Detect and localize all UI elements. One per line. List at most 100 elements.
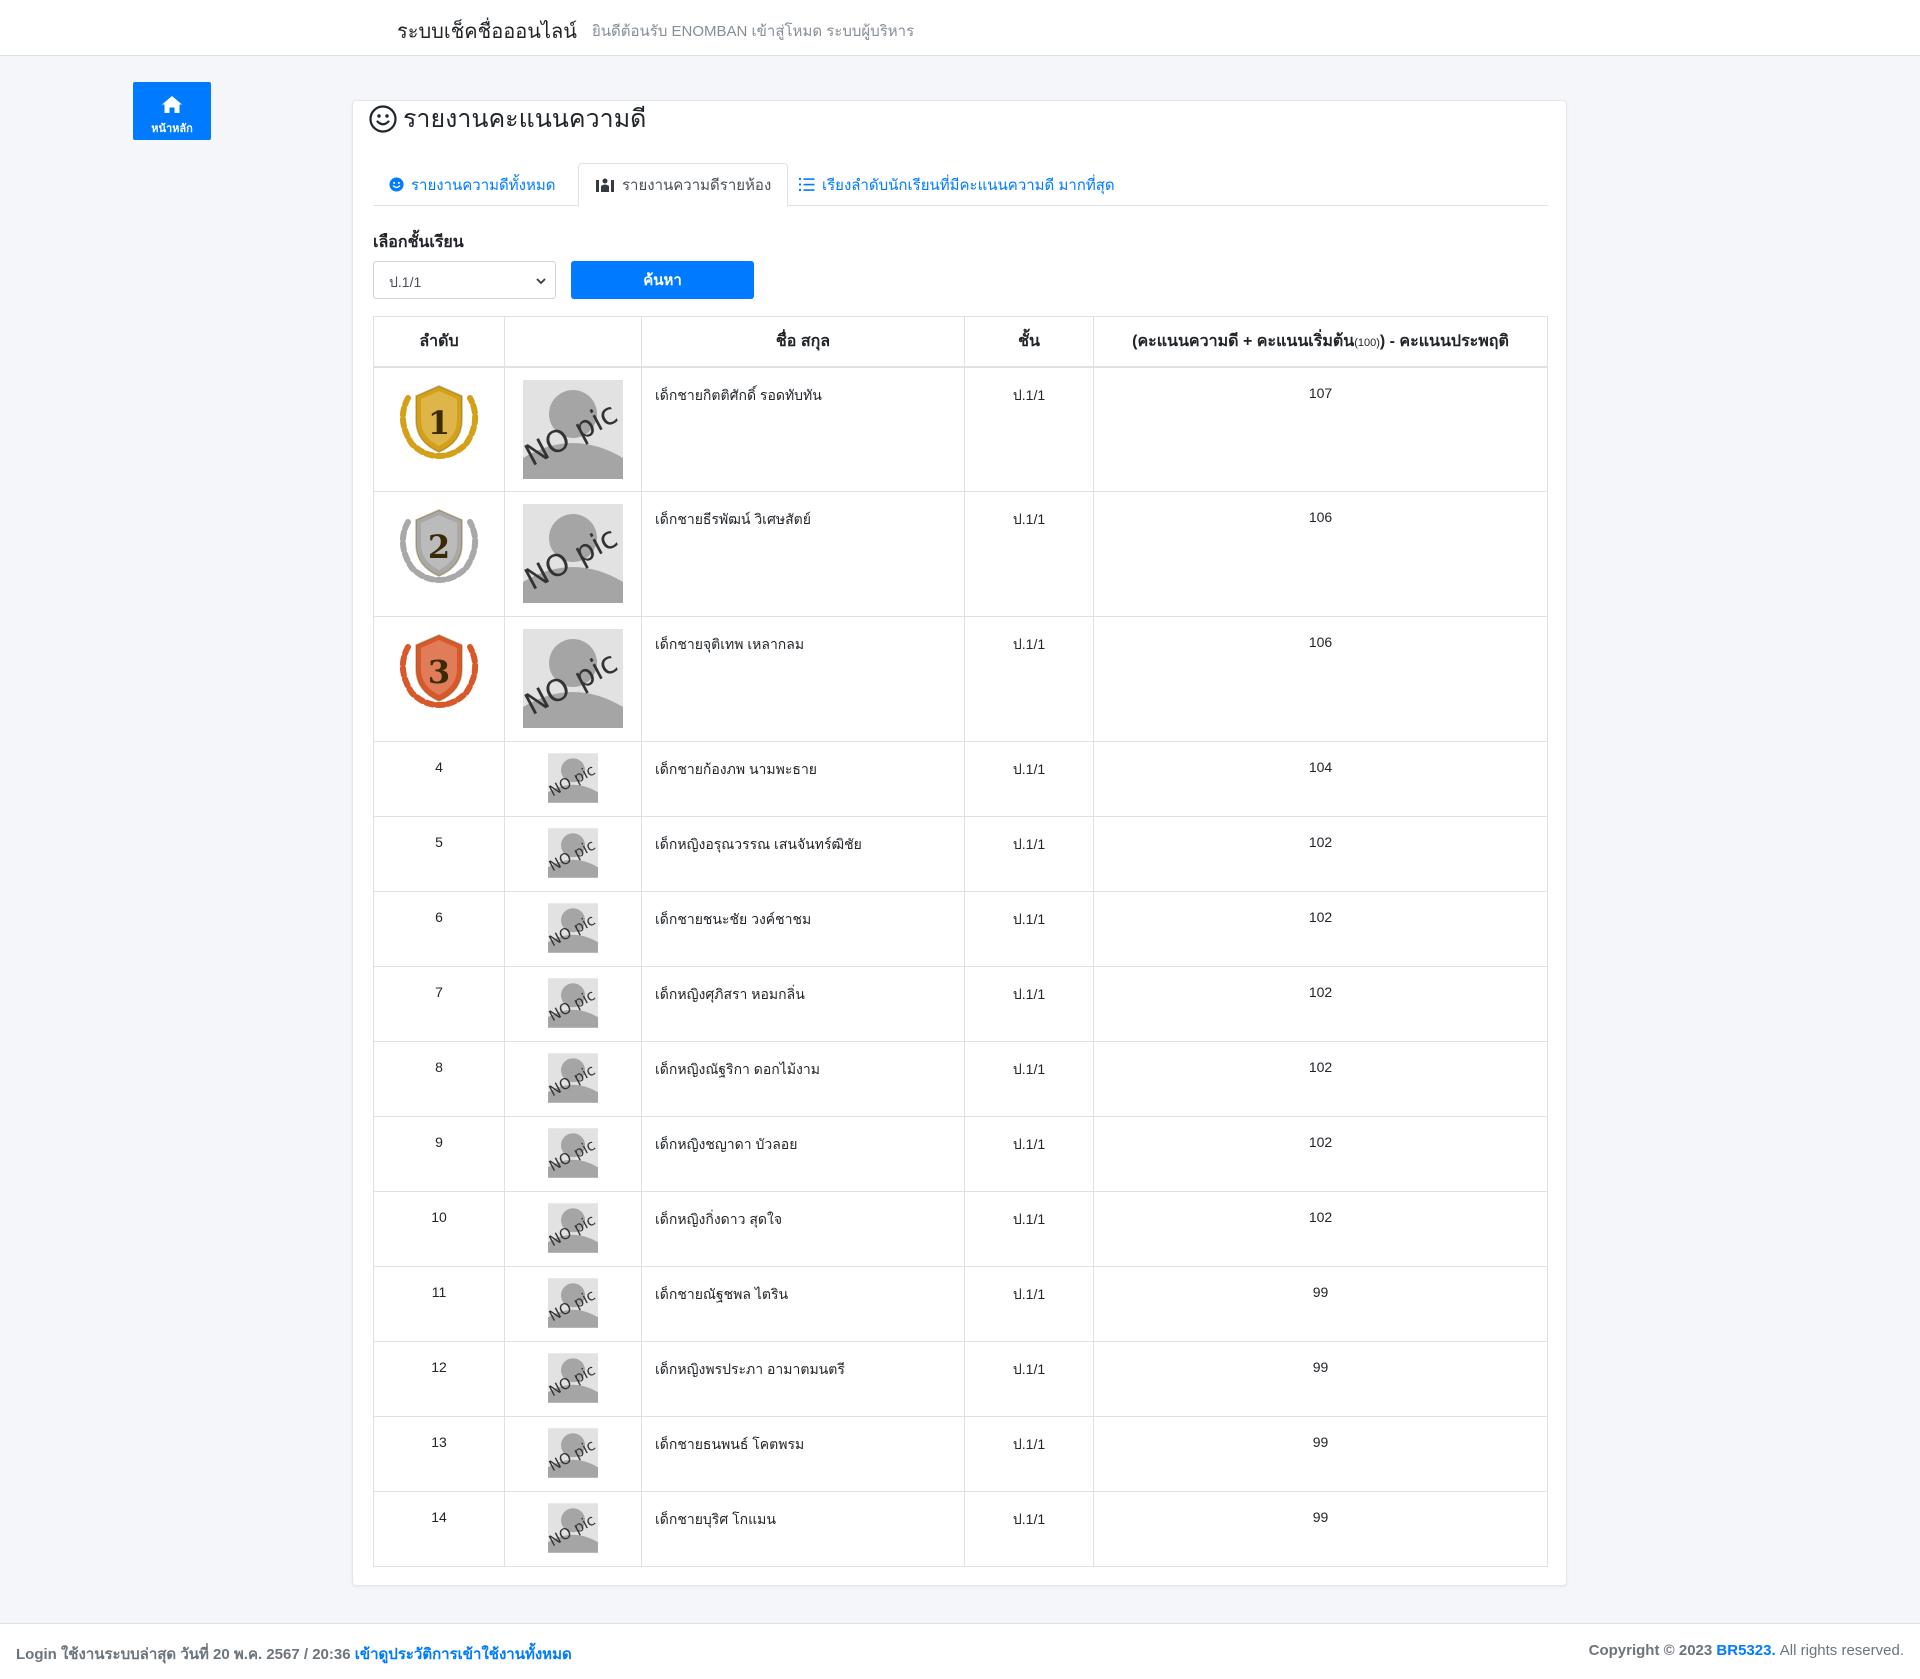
silver-medal-icon: 2 xyxy=(399,509,479,584)
student-name: เด็กหญิงชญาดา บัวลอย xyxy=(641,1116,965,1192)
rank-cell: 11 xyxy=(373,1266,505,1342)
col-rank-header: ลำดับ xyxy=(373,316,505,368)
brand-title[interactable]: ระบบเช็คชื่อออนไลน์ xyxy=(397,15,577,47)
student-class: ป.1/1 xyxy=(964,616,1094,742)
table-row: 2 NO pic เด็กชายธีรพัฒน์ วิเศษสัตย์ ป.1/1 10… xyxy=(373,491,1548,617)
photo-cell: NO pic xyxy=(504,966,642,1042)
rank-cell: 2 xyxy=(373,491,505,617)
rank-cell: 1 xyxy=(373,366,505,492)
table-row: 11 NO pic เด็กชายณัฐชพล ไตริน ป.1/1 99 xyxy=(373,1266,1548,1342)
no-photo-icon: NO pic xyxy=(523,379,623,479)
tab-top-students[interactable]: เรียงลำดับนักเรียนที่มีคะแนนความดี มากที… xyxy=(783,163,1131,206)
login-history-link[interactable]: เข้าดูประวัติการเข้าใช้งานทั้งหมด xyxy=(355,1646,572,1663)
photo-cell: NO pic xyxy=(504,366,642,492)
smile-icon xyxy=(389,177,404,192)
photo-cell: NO pic xyxy=(504,1116,642,1192)
copyright-owner-link[interactable]: BR5323. xyxy=(1716,1642,1775,1659)
student-score: 99 xyxy=(1093,1491,1548,1567)
student-score: 102 xyxy=(1093,1041,1548,1117)
student-class: ป.1/1 xyxy=(964,816,1094,892)
col-score-header: (คะแนนความดี + คะแนนเริ่มต้น(100)) - คะแ… xyxy=(1093,316,1548,368)
rank-cell: 5 xyxy=(373,816,505,892)
table-row: 9 NO pic เด็กหญิงชญาดา บัวลอย ป.1/1 102 xyxy=(373,1116,1548,1192)
table-row: 12 NO pic เด็กหญิงพรประภา อามาตมนตรี ป.1/1 9… xyxy=(373,1341,1548,1417)
student-name: เด็กชายชนะชัย วงค์ชาชม xyxy=(641,891,965,967)
student-score: 106 xyxy=(1093,616,1548,742)
student-class: ป.1/1 xyxy=(964,1041,1094,1117)
student-name: เด็กหญิงพรประภา อามาตมนตรี xyxy=(641,1341,965,1417)
table-row: 10 NO pic เด็กหญิงกิ่งดาว สุดใจ ป.1/1 102 xyxy=(373,1191,1548,1267)
student-score: 99 xyxy=(1093,1341,1548,1417)
search-button[interactable]: ค้นหา xyxy=(571,261,754,299)
smile-icon xyxy=(369,105,397,133)
copyright-suffix: All rights reserved. xyxy=(1779,1642,1904,1659)
rank-cell: 13 xyxy=(373,1416,505,1492)
last-login-info: Login ใช้งานระบบล่าสุด วันที่ 20 พ.ค. 25… xyxy=(16,1642,572,1666)
student-class: ป.1/1 xyxy=(964,1116,1094,1192)
rank-cell: 12 xyxy=(373,1341,505,1417)
no-photo-icon: NO pic xyxy=(548,1203,598,1253)
student-class: ป.1/1 xyxy=(964,1266,1094,1342)
table-row: 14 NO pic เด็กชายบุริศ โกแมน ป.1/1 99 xyxy=(373,1491,1548,1567)
rank-cell: 14 xyxy=(373,1491,505,1567)
page-title: รายงานคะแนนความดี xyxy=(369,102,646,136)
tab-goodness-by-class[interactable]: รายงานความดีรายห้อง xyxy=(578,163,789,207)
table-row: 3 NO pic เด็กชายจุติเทพ เหลากลม ป.1/1 106 xyxy=(373,616,1548,742)
student-class: ป.1/1 xyxy=(964,1341,1094,1417)
student-class: ป.1/1 xyxy=(964,741,1094,817)
no-photo-icon: NO pic xyxy=(548,753,598,803)
no-photo-icon: NO pic xyxy=(548,1128,598,1178)
student-name: เด็กชายบุริศ โกแมน xyxy=(641,1491,965,1567)
tab-label: รายงานความดีรายห้อง xyxy=(622,177,772,194)
photo-cell: NO pic xyxy=(504,1041,642,1117)
class-select-value: ป.1/1 xyxy=(389,274,422,290)
home-label: หน้าหลัก xyxy=(151,123,193,135)
table-row: 6 NO pic เด็กชายชนะชัย วงค์ชาชม ป.1/1 102 xyxy=(373,891,1548,967)
no-photo-icon: NO pic xyxy=(548,1428,598,1478)
score-header-main: (คะแนนความดี + คะแนนเริ่มต้น xyxy=(1132,332,1355,350)
no-photo-icon: NO pic xyxy=(548,1053,598,1103)
no-photo-icon: NO pic xyxy=(523,629,623,728)
photo-cell: NO pic xyxy=(504,1416,642,1492)
copyright-prefix: Copyright © 2023 xyxy=(1588,1642,1713,1659)
photo-cell: NO pic xyxy=(504,1491,642,1567)
col-photo-header xyxy=(504,316,642,368)
student-score: 102 xyxy=(1093,891,1548,967)
student-score: 102 xyxy=(1093,816,1548,892)
svg-text:3: 3 xyxy=(428,653,450,691)
classroom-icon xyxy=(596,178,614,192)
home-button[interactable]: หน้าหลัก xyxy=(133,82,211,140)
no-photo-icon: NO pic xyxy=(548,828,598,878)
no-photo-icon: NO pic xyxy=(548,1353,598,1403)
rank-cell: 9 xyxy=(373,1116,505,1192)
student-name: เด็กหญิงณัฐริกา ดอกไม้งาม xyxy=(641,1041,965,1117)
report-card: รายงานคะแนนความดี รายงานความดีทั้งหมด รา… xyxy=(352,100,1567,1586)
student-name: เด็กชายณัฐชพล ไตริน xyxy=(641,1266,965,1342)
student-score: 102 xyxy=(1093,1116,1548,1192)
no-photo-icon: NO pic xyxy=(548,978,598,1028)
tab-all-goodness[interactable]: รายงานความดีทั้งหมด xyxy=(373,163,572,206)
student-score: 107 xyxy=(1093,366,1548,492)
col-class-header: ชั้น xyxy=(964,316,1094,368)
rank-cell: 6 xyxy=(373,891,505,967)
table-row: 8 NO pic เด็กหญิงณัฐริกา ดอกไม้งาม ป.1/1 102 xyxy=(373,1041,1548,1117)
table-row: 1 NO pic เด็กชายกิตติศักดิ์ รอดทับทัน ป.1/1… xyxy=(373,366,1548,492)
photo-cell: NO pic xyxy=(504,491,642,617)
photo-cell: NO pic xyxy=(504,741,642,817)
table-row: 7 NO pic เด็กหญิงศุภิสรา หอมกลิ่น ป.1/1 102 xyxy=(373,966,1548,1042)
student-name: เด็กหญิงศุภิสรา หอมกลิ่น xyxy=(641,966,965,1042)
copyright: Copyright © 2023 BR5323. All rights rese… xyxy=(1589,1642,1904,1659)
table-row: 4 NO pic เด็กชายก้องภพ นามพะธาย ป.1/1 104 xyxy=(373,741,1548,817)
student-class: ป.1/1 xyxy=(964,1491,1094,1567)
photo-cell: NO pic xyxy=(504,1191,642,1267)
student-class: ป.1/1 xyxy=(964,891,1094,967)
list-ol-icon xyxy=(799,178,815,191)
rank-cell: 10 xyxy=(373,1191,505,1267)
table-header-row: ลำดับ ชื่อ สกุล ชั้น (คะแนนความดี + คะแน… xyxy=(373,316,1548,368)
photo-cell: NO pic xyxy=(504,1266,642,1342)
class-select[interactable]: ป.1/1 xyxy=(373,261,556,299)
table-row: 5 NO pic เด็กหญิงอรุณวรรณ เสนจันทร์ฒิชัย ป.… xyxy=(373,816,1548,892)
student-score: 106 xyxy=(1093,491,1548,617)
last-login-text: Login ใช้งานระบบล่าสุด วันที่ 20 พ.ค. 25… xyxy=(16,1646,351,1663)
photo-cell: NO pic xyxy=(504,816,642,892)
